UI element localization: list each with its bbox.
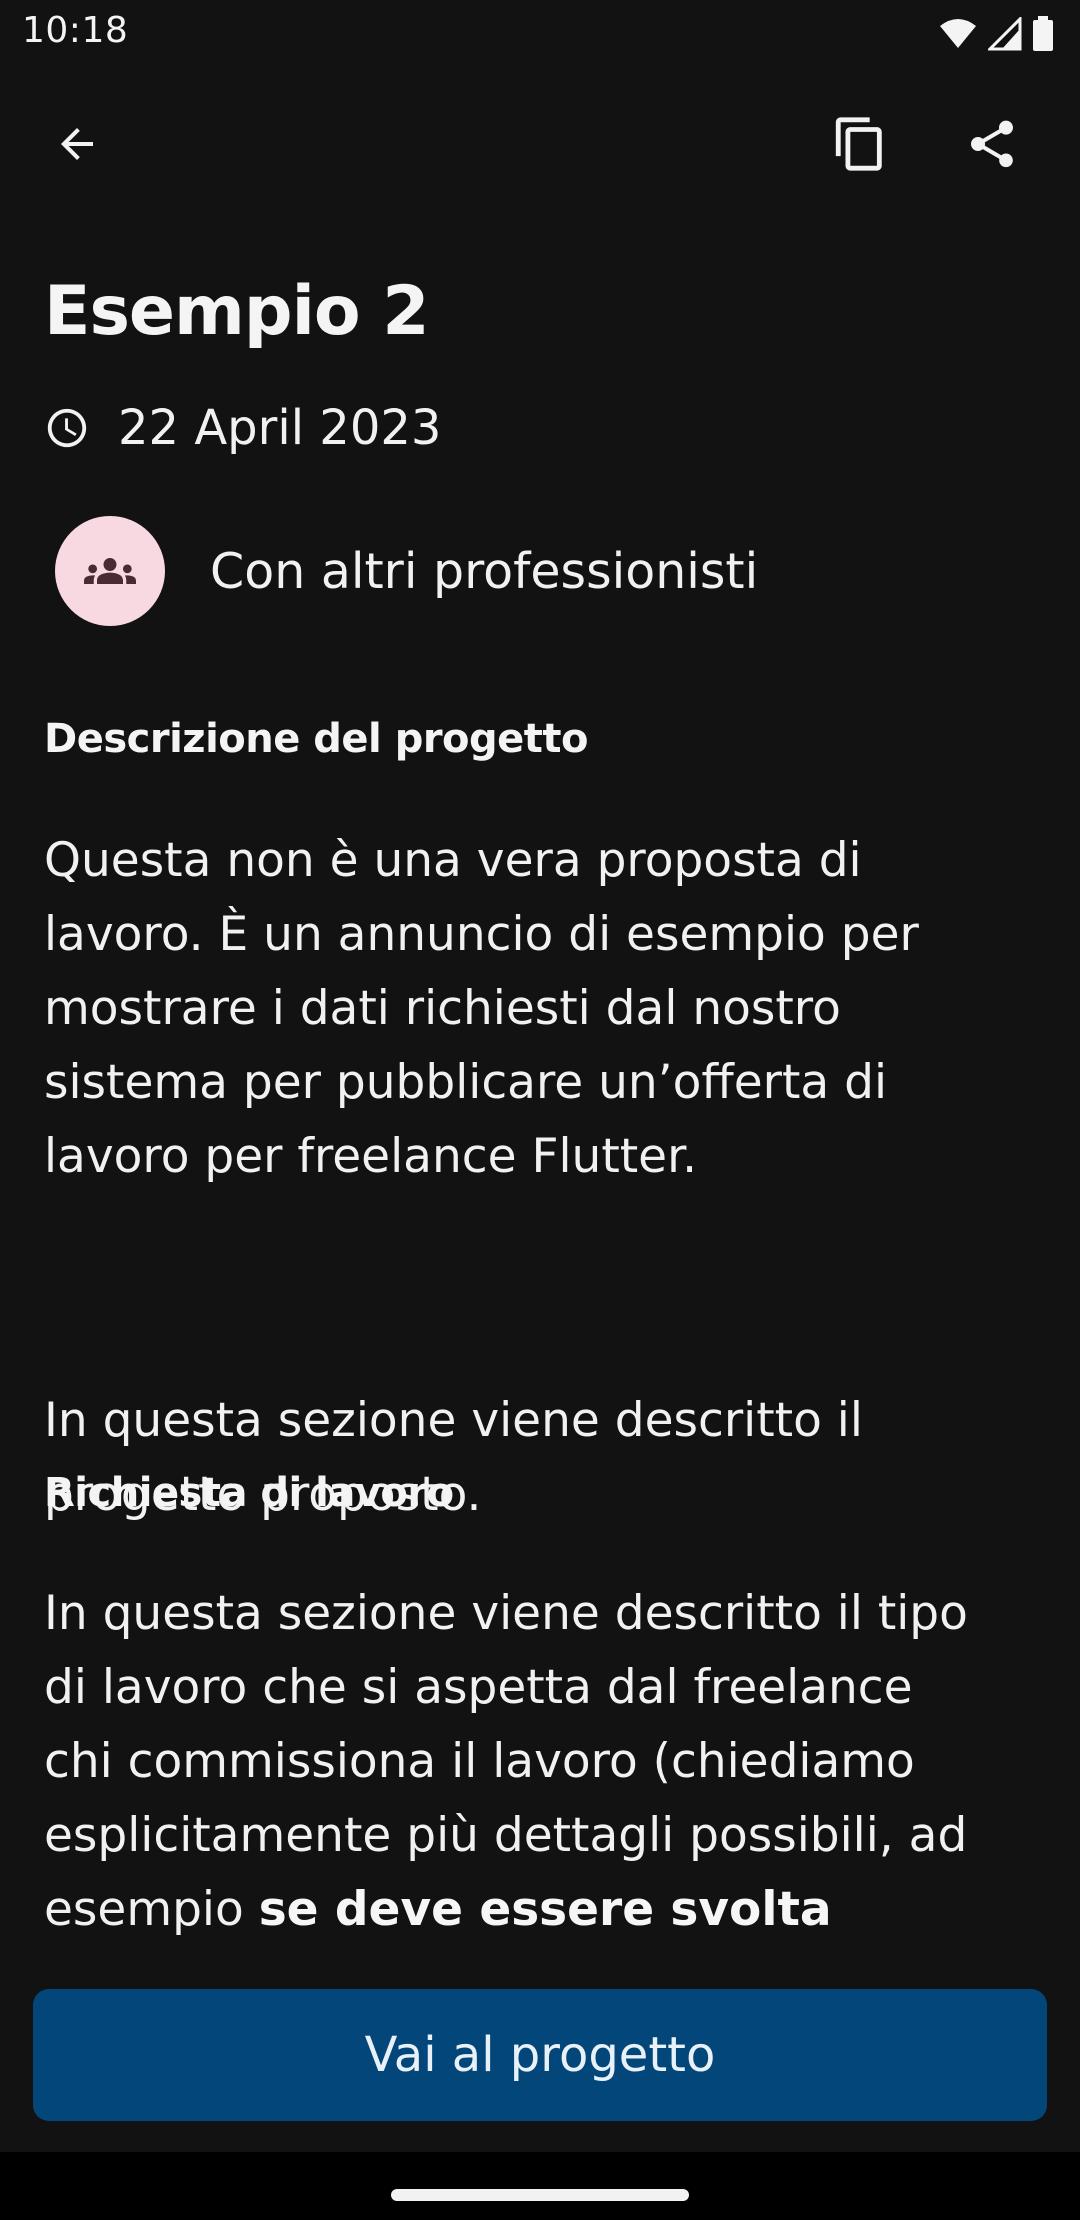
share-button[interactable] xyxy=(944,96,1040,192)
arrow-back-icon xyxy=(61,128,93,160)
date-row: 22 April 2023 xyxy=(44,400,441,456)
request-bold-text: se deve essere svolta xyxy=(258,1882,832,1937)
go-to-project-label: Vai al progetto xyxy=(364,2027,716,2083)
clock-icon xyxy=(47,408,87,448)
team-row: Con altri professionisti xyxy=(55,516,758,626)
group-icon xyxy=(84,558,136,584)
signal-icon xyxy=(988,17,1022,51)
status-bar: 10:18 xyxy=(0,0,1080,66)
page-title: Esempio 2 xyxy=(44,272,430,351)
description-paragraph-1: Questa non è una vera proposta di lavoro… xyxy=(44,833,919,1184)
share-icon xyxy=(971,120,1013,168)
home-gesture-handle[interactable] xyxy=(391,2189,689,2201)
team-label: Con altri professionisti xyxy=(210,542,759,600)
battery-icon xyxy=(1033,16,1053,51)
copy-button[interactable] xyxy=(812,96,908,192)
avatar xyxy=(55,516,165,626)
wifi-icon xyxy=(940,19,976,48)
app-bar xyxy=(0,92,1080,196)
system-navigation-bar xyxy=(0,2152,1080,2220)
status-icons xyxy=(938,14,1054,54)
copy-icon xyxy=(835,117,882,171)
go-to-project-button[interactable]: Vai al progetto xyxy=(33,1989,1047,2121)
project-date: 22 April 2023 xyxy=(118,400,442,456)
back-button[interactable] xyxy=(29,96,125,192)
status-time: 10:18 xyxy=(22,10,129,51)
request-paragraph: In questa sezione viene descritto il tip… xyxy=(44,1577,1034,1947)
request-heading: Richiesta di lavoro xyxy=(44,1470,454,1516)
description-heading: Descrizione del progetto xyxy=(44,716,589,762)
project-detail: Esempio 2 22 April 2023 Con altri profes… xyxy=(44,264,1036,1937)
